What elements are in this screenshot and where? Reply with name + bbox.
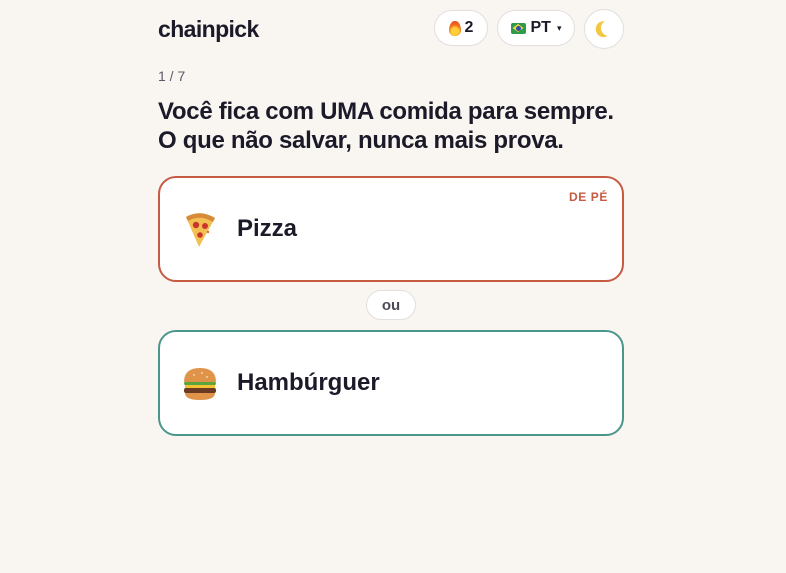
option-card-hamburger[interactable]: Hambúrguer: [158, 330, 624, 436]
fire-icon: [448, 20, 461, 36]
option-label: Pizza: [237, 215, 298, 242]
hamburger-icon: [184, 368, 216, 400]
header: chainpick 2 PT ▾: [158, 0, 624, 58]
question-line-2: O que não salvar, nunca mais prova.: [158, 127, 564, 154]
progress-indicator: 1 / 7: [158, 68, 186, 84]
streak-badge[interactable]: 2: [434, 10, 488, 46]
theme-toggle-button[interactable]: [584, 9, 624, 49]
app-logo[interactable]: chainpick: [158, 16, 259, 43]
brazil-flag-icon: [510, 22, 526, 34]
language-selector[interactable]: PT ▾: [497, 10, 575, 46]
pizza-icon: [186, 213, 215, 247]
option-card-pizza[interactable]: Pizza DE PÉ: [158, 176, 624, 282]
moon-icon: [600, 19, 619, 38]
language-code: PT: [530, 19, 551, 36]
streak-count: 2: [464, 19, 474, 36]
option-label: Hambúrguer: [237, 369, 380, 396]
question-line-1: Você fica com UMA comida para sempre.: [158, 98, 614, 125]
app-container: chainpick 2 PT ▾ 1 / 7 Você fica com UMA…: [158, 0, 624, 436]
caret-down-icon: ▾: [556, 22, 562, 33]
question-title: Você fica com UMA comida para sempre. O …: [158, 97, 638, 155]
or-separator: ou: [366, 290, 416, 320]
status-badge: DE PÉ: [568, 190, 608, 204]
